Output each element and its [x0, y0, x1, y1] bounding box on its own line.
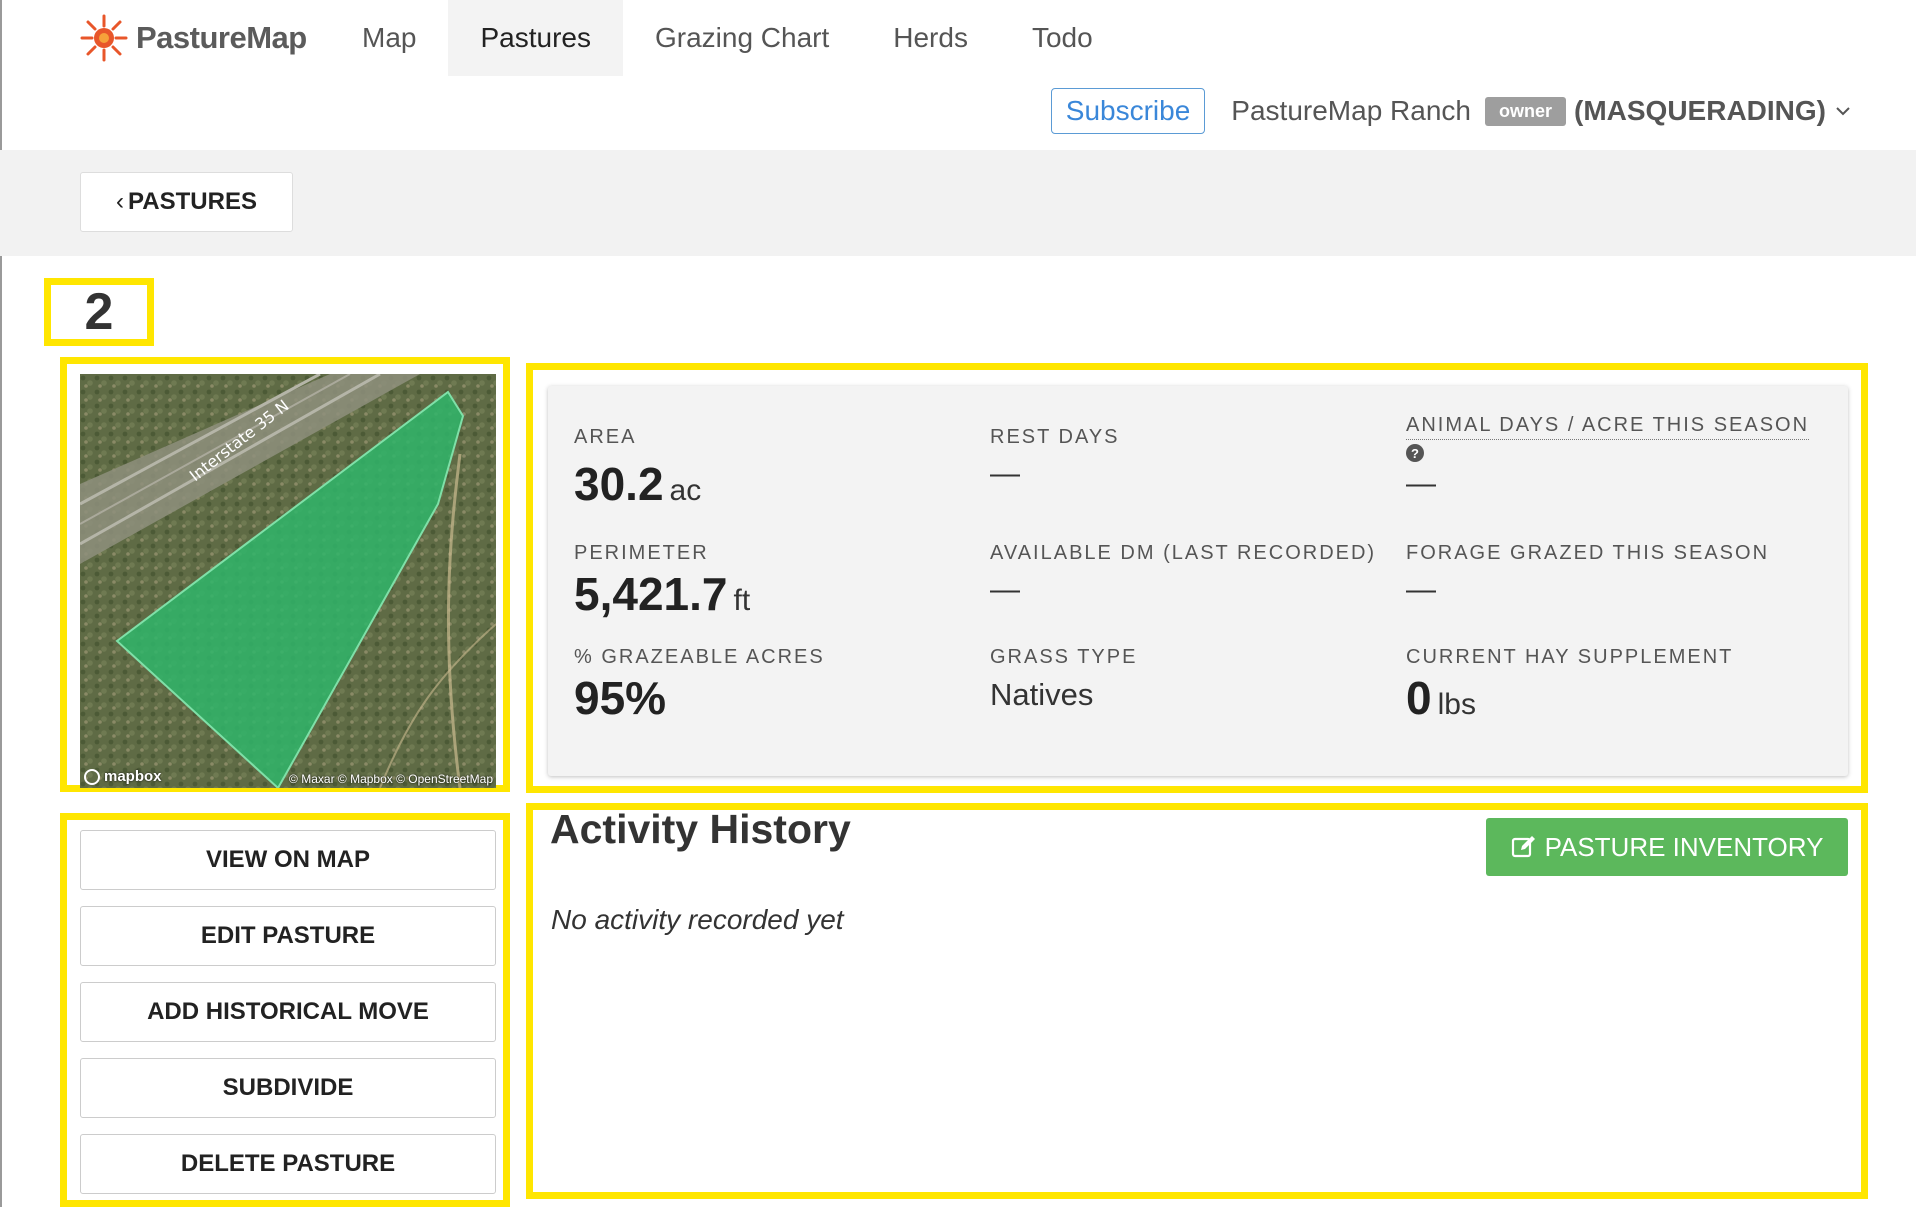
- brand-logo[interactable]: PastureMap: [78, 14, 307, 62]
- masquerade-status[interactable]: (MASQUERADING): [1574, 95, 1826, 127]
- stat-value: 0 lbs: [1406, 672, 1476, 724]
- stat-value: Natives: [990, 677, 1094, 712]
- stat-hay-supplement: CURRENT HAY SUPPLEMENT 0 lbs: [1406, 646, 1733, 725]
- satellite-map: Interstate 35 N: [80, 374, 496, 788]
- top-navigation: PastureMap Map Pastures Grazing Chart He…: [0, 0, 1916, 134]
- view-on-map-button[interactable]: VIEW ON MAP: [80, 830, 496, 890]
- activity-history-heading: Activity History: [550, 806, 851, 852]
- stat-label: % GRAZEABLE ACRES: [574, 646, 825, 668]
- stat-value: —: [990, 573, 1020, 606]
- tab-map[interactable]: Map: [330, 0, 448, 76]
- help-icon[interactable]: ?: [1406, 444, 1424, 462]
- stat-label: AVAILABLE DM (LAST RECORDED): [990, 542, 1377, 564]
- stat-value: —: [1406, 466, 1436, 500]
- stat-label: AREA: [574, 426, 637, 448]
- edit-pasture-button[interactable]: EDIT PASTURE: [80, 906, 496, 966]
- sun-logo-icon: [80, 14, 128, 62]
- stat-perimeter: PERIMETER 5,421.7 ft: [574, 542, 750, 621]
- delete-pasture-button[interactable]: DELETE PASTURE: [80, 1134, 496, 1194]
- brand-name: PastureMap: [136, 20, 307, 55]
- edit-icon: [1511, 836, 1535, 858]
- stat-label-tooltip[interactable]: ANIMAL DAYS / ACRE THIS SEASON: [1406, 414, 1810, 440]
- subscribe-button[interactable]: Subscribe: [1050, 88, 1206, 134]
- role-badge: owner: [1484, 96, 1566, 126]
- account-bar: Subscribe PastureMap Ranch owner (MASQUE…: [1050, 86, 1852, 136]
- tab-todo[interactable]: Todo: [1000, 0, 1125, 76]
- tab-pastures[interactable]: Pastures: [448, 0, 623, 76]
- stat-label: FORAGE GRAZED THIS SEASON: [1406, 542, 1770, 564]
- chevron-down-icon[interactable]: [1834, 102, 1852, 120]
- stat-value: 30.2 ac: [574, 458, 702, 510]
- stat-area: AREA 30.2 ac: [574, 426, 701, 511]
- stat-label: PERIMETER: [574, 542, 709, 564]
- pasture-title: 2: [84, 283, 114, 341]
- tab-herds[interactable]: Herds: [861, 0, 1000, 76]
- stat-value: —: [990, 457, 1020, 490]
- tab-grazing-chart[interactable]: Grazing Chart: [623, 0, 861, 76]
- ranch-name[interactable]: PastureMap Ranch: [1231, 95, 1471, 127]
- stat-label: REST DAYS: [990, 426, 1120, 448]
- add-historical-move-button[interactable]: ADD HISTORICAL MOVE: [80, 982, 496, 1042]
- back-bar: ‹ PASTURES: [0, 150, 1916, 256]
- chevron-left-icon: ‹: [116, 188, 125, 215]
- back-button-label: PASTURES: [128, 188, 257, 215]
- mapbox-logo: mapbox: [84, 768, 162, 785]
- stat-forage-grazed: FORAGE GRAZED THIS SEASON —: [1406, 542, 1769, 607]
- nav-tabs: Map Pastures Grazing Chart Herds Todo: [330, 0, 1125, 76]
- stat-value: —: [1406, 573, 1436, 606]
- mapbox-icon: [84, 768, 100, 785]
- subdivide-button[interactable]: SUBDIVIDE: [80, 1058, 496, 1118]
- back-to-pastures-button[interactable]: ‹ PASTURES: [80, 172, 293, 232]
- pasture-inventory-button[interactable]: PASTURE INVENTORY: [1486, 818, 1848, 876]
- pasture-map-thumbnail[interactable]: Interstate 35 N mapbox © Maxar © Mapbox …: [80, 374, 496, 788]
- stat-label: GRASS TYPE: [990, 646, 1138, 668]
- stat-value: 5,421.7 ft: [574, 568, 751, 620]
- stat-label: CURRENT HAY SUPPLEMENT: [1406, 646, 1734, 668]
- stat-grazeable-acres: % GRAZEABLE ACRES 95%: [574, 646, 825, 725]
- map-attribution[interactable]: © Maxar © Mapbox © OpenStreetMap: [289, 772, 493, 786]
- empty-activity-message: No activity recorded yet: [551, 904, 844, 935]
- pasture-stats-card: AREA 30.2 ac REST DAYS — ANIMAL DAYS / AC…: [548, 386, 1848, 776]
- stat-grass-type: GRASS TYPE Natives: [990, 646, 1137, 713]
- stat-animal-days: ANIMAL DAYS / ACRE THIS SEASON ? —: [1406, 414, 1826, 501]
- stat-value: 95%: [574, 672, 667, 724]
- stat-rest-days: REST DAYS —: [990, 426, 1120, 491]
- stat-available-dm: AVAILABLE DM (LAST RECORDED) —: [990, 542, 1376, 607]
- pasture-inventory-label: PASTURE INVENTORY: [1544, 831, 1824, 862]
